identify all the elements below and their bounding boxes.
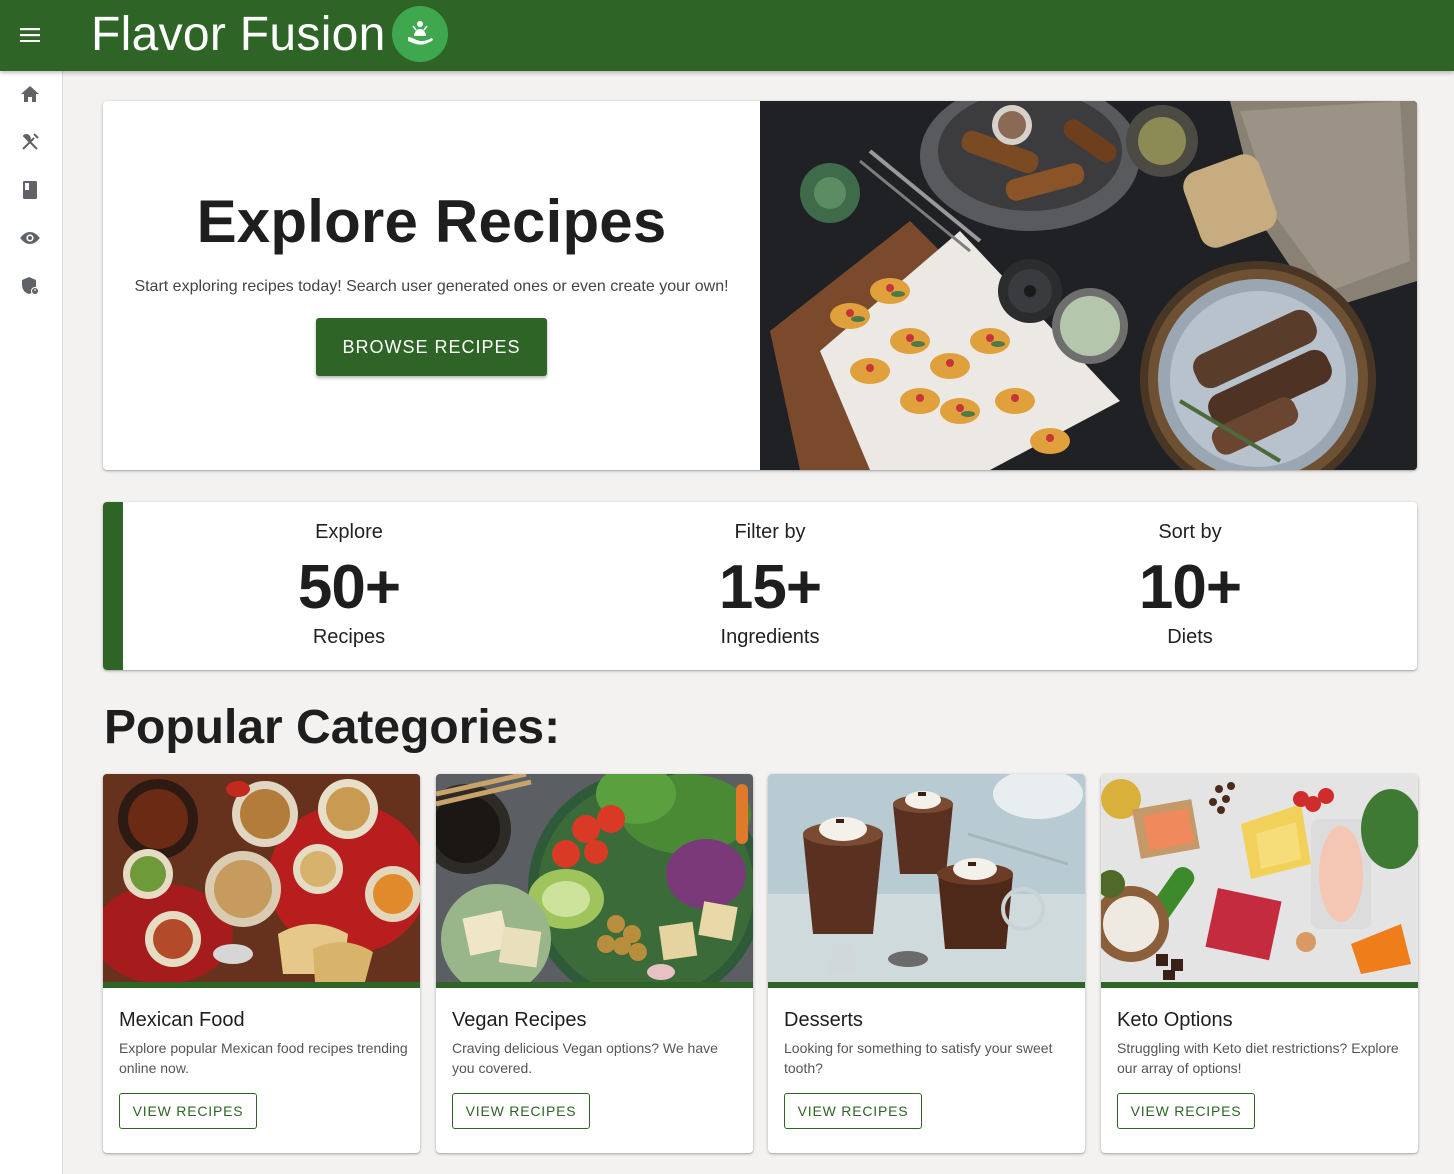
keto-options-image xyxy=(1101,774,1418,982)
sidebar-item-home[interactable] xyxy=(16,80,44,108)
stats-accent-bar xyxy=(103,502,123,670)
hero-text-panel: Explore Recipes Start exploring recipes … xyxy=(103,101,760,470)
desserts-image xyxy=(768,774,1085,982)
stats-card: Explore 50+ Recipes Filter by 15+ Ingred… xyxy=(103,502,1417,670)
category-description: Struggling with Keto diet restrictions? … xyxy=(1117,1040,1399,1076)
logo-icon xyxy=(392,6,448,62)
category-accent-bar xyxy=(768,982,1085,988)
category-card-desserts: Desserts Looking for something to satisf… xyxy=(768,774,1085,1153)
mexican-food-image xyxy=(103,774,420,982)
stat-label-bottom: Recipes xyxy=(312,626,386,648)
category-card-mexican: Mexican Food Explore popular Mexican foo… xyxy=(103,774,420,1153)
category-card-vegan: Vegan Recipes Craving delicious Vegan op… xyxy=(436,774,753,1153)
stat-label-top: Sort by xyxy=(1158,521,1222,543)
category-description: Explore popular Mexican food recipes tre… xyxy=(119,1040,408,1076)
sidebar-item-admin[interactable] xyxy=(16,272,44,300)
hero-card: Explore Recipes Start exploring recipes … xyxy=(103,101,1417,470)
stat-label-bottom: Ingredients xyxy=(720,626,820,648)
category-title: Vegan Recipes xyxy=(452,1009,587,1031)
app-bar: Flavor Fusion xyxy=(0,0,1454,71)
category-description: Craving delicious Vegan options? We have… xyxy=(452,1040,718,1076)
stat-ingredients: Filter by 15+ Ingredients xyxy=(560,502,980,670)
category-description: Looking for something to satisfy your sw… xyxy=(784,1040,1053,1076)
side-rail xyxy=(0,71,63,1174)
category-accent-bar xyxy=(436,982,753,988)
stat-label-bottom: Diets xyxy=(1167,626,1213,648)
stat-number: 50+ xyxy=(297,553,401,622)
category-title: Mexican Food xyxy=(119,1009,245,1031)
home-icon xyxy=(21,86,39,102)
category-accent-bar xyxy=(103,982,420,988)
hero-subtitle: Start exploring recipes today! Search us… xyxy=(134,278,729,295)
vegan-recipes-image xyxy=(436,774,753,982)
stat-number: 15+ xyxy=(718,553,822,622)
stat-recipes: Explore 50+ Recipes xyxy=(139,502,559,670)
app-title[interactable]: Flavor Fusion xyxy=(91,7,386,63)
menu-icon[interactable] xyxy=(14,19,46,51)
popular-categories-heading: Popular Categories: xyxy=(104,701,561,754)
stat-number: 10+ xyxy=(1138,553,1242,622)
category-card-keto: Keto Options Struggling with Keto diet r… xyxy=(1101,774,1418,1153)
category-title: Keto Options xyxy=(1117,1009,1233,1031)
browse-recipes-button[interactable]: BROWSE RECIPES xyxy=(316,318,547,376)
sidebar-item-viewed[interactable] xyxy=(16,224,44,252)
category-title: Desserts xyxy=(784,1009,863,1031)
view-recipes-button[interactable]: VIEW RECIPES xyxy=(1117,1093,1255,1129)
utensils-icon xyxy=(22,133,39,150)
sidebar-item-recipes[interactable] xyxy=(16,128,44,156)
hero-food-image xyxy=(760,101,1417,470)
sidebar-item-cookbook[interactable] xyxy=(16,176,44,204)
book-icon xyxy=(23,181,37,199)
hero-title: Explore Recipes xyxy=(196,188,667,255)
view-recipes-button[interactable]: VIEW RECIPES xyxy=(452,1093,590,1129)
category-accent-bar xyxy=(1101,982,1418,988)
view-recipes-button[interactable]: VIEW RECIPES xyxy=(784,1093,922,1129)
stat-label-top: Filter by xyxy=(734,521,806,543)
stat-diets: Sort by 10+ Diets xyxy=(980,502,1400,670)
shield-icon xyxy=(22,277,39,295)
stat-label-top: Explore xyxy=(315,521,383,543)
eye-icon xyxy=(20,232,40,244)
view-recipes-button[interactable]: VIEW RECIPES xyxy=(119,1093,257,1129)
